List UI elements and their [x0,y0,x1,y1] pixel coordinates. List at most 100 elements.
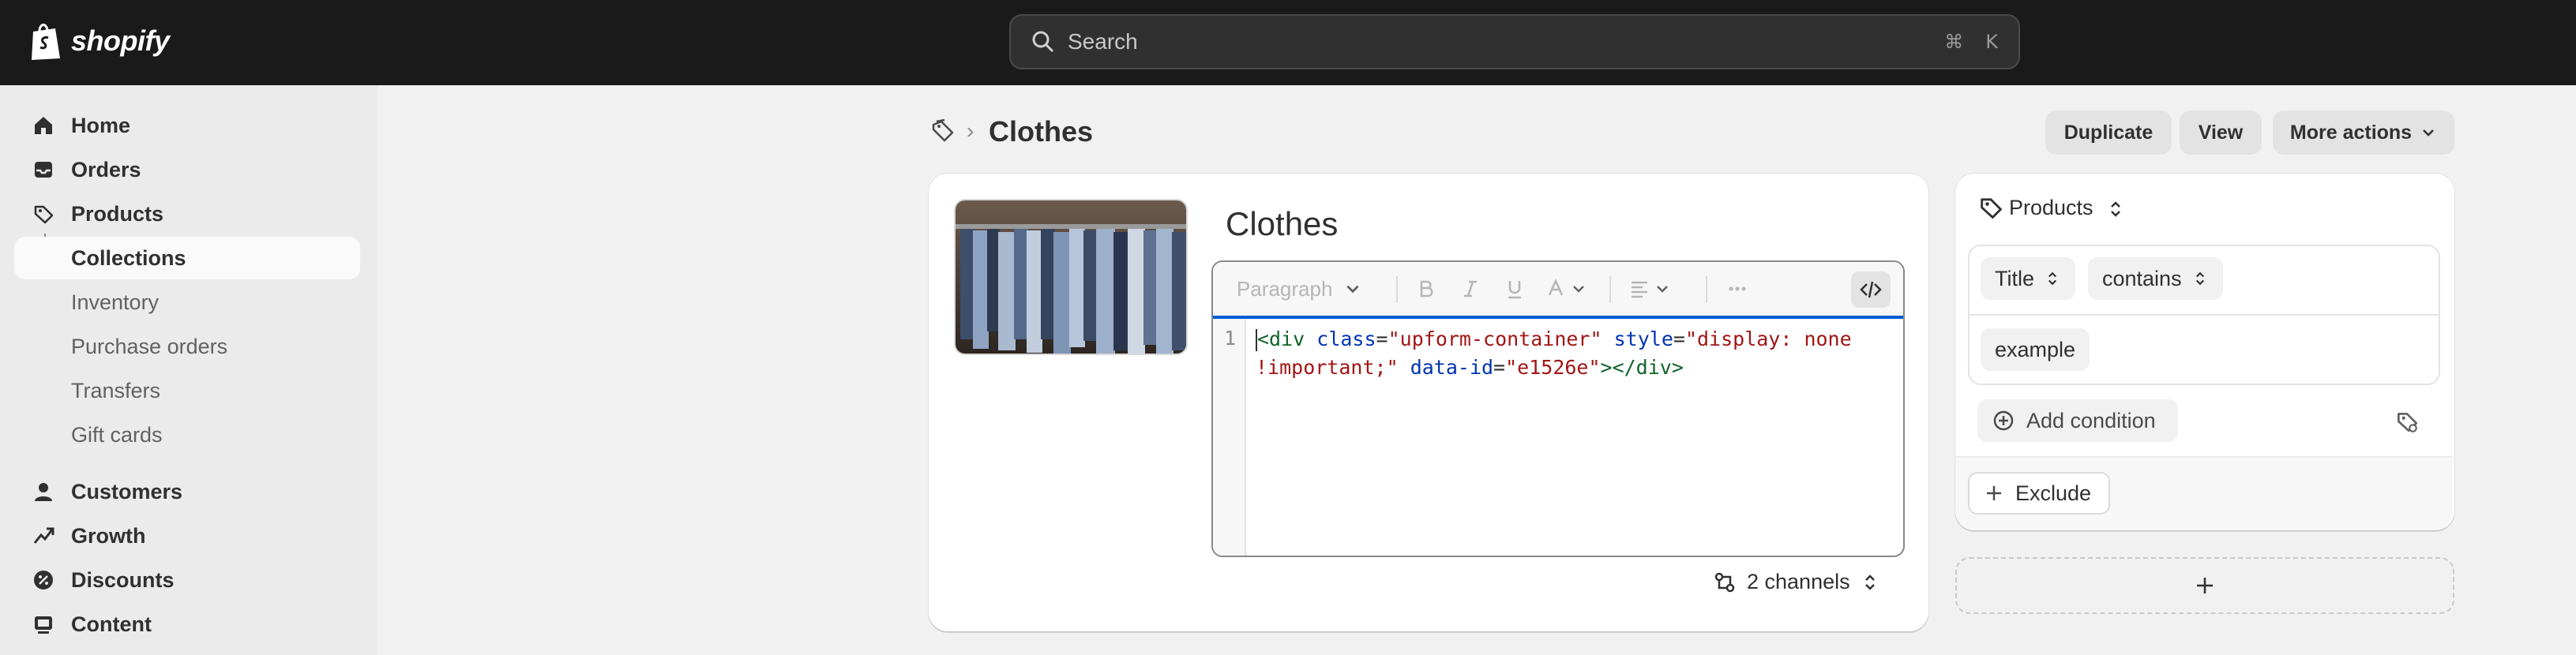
exclude-button[interactable]: Exclude [1968,472,2110,515]
text-color-button[interactable] [1545,262,1587,316]
sidebar-item-content[interactable]: Content [14,603,360,646]
collection-tag-icon[interactable] [929,117,957,145]
sidebar-item-customers[interactable]: Customers [14,470,360,513]
more-tools-button[interactable] [1726,262,1748,316]
text-color-icon [1548,278,1564,296]
sidebar-item-gift-cards[interactable]: Gift cards [14,414,360,456]
bold-button[interactable] [1415,262,1437,316]
line-number: 1 [1224,327,1237,350]
exclude-label: Exclude [2015,481,2092,505]
search-bar[interactable]: Search ⌘ K [1009,14,2020,69]
toolbar-divider [1396,276,1398,303]
italic-button[interactable] [1459,262,1481,316]
home-icon [30,112,57,139]
toolbar-divider [1706,276,1707,303]
chevron-down-icon [1346,285,1359,294]
conditions-type-select[interactable]: Products [2009,196,2124,220]
growth-icon [30,522,57,549]
underline-icon [1508,281,1521,299]
top-bar: shopify Search ⌘ K [0,0,2576,85]
content-icon [30,611,57,638]
sidebar-item-purchase-orders[interactable]: Purchase orders [14,325,360,368]
collection-title-value[interactable]: Clothes [1226,205,1338,243]
underline-button[interactable] [1504,262,1526,316]
operator-select[interactable]: contains [2088,257,2223,300]
more-actions-label: More actions [2289,121,2413,144]
plus-icon [1987,486,2001,500]
value-input[interactable]: example [1981,328,2090,371]
tag-settings-icon[interactable] [2394,409,2420,434]
sidebar-item-label: Products [71,201,164,226]
tag-icon [30,200,57,227]
toolbar-divider [1609,276,1611,303]
shopify-logo[interactable]: shopify [28,21,170,62]
sidebar-item-label: Content [71,612,152,636]
sidebar-item-inventory[interactable]: Inventory [14,281,360,324]
html-code[interactable]: <div class="upform-container" style="dis… [1256,325,1895,382]
plus-icon [2197,578,2213,593]
align-left-icon [1632,281,1647,298]
sidebar-item-label: Collections [71,245,186,270]
chevron-down-icon [2423,129,2434,137]
clothes-rack-image [956,200,1186,354]
select-arrows-icon [2111,201,2120,217]
sidebar-item-transfers[interactable]: Transfers [14,369,360,412]
channels-label: 2 channels [1747,570,1850,593]
sidebar-item-label: Gift cards [71,422,163,447]
line-gutter [1213,319,1246,556]
ellipsis-icon [1729,286,1746,291]
field-select[interactable]: Title [1981,257,2076,300]
shortcut-cmd: ⌘ [1944,31,1964,53]
sidebar-item-label: Inventory [71,290,160,314]
select-arrows-icon [1864,574,1875,590]
search-placeholder: Search [1068,29,1138,54]
sidebar-item-discounts[interactable]: Discounts [14,559,360,601]
editor-toolbar: Paragraph [1213,262,1903,319]
code-tag-close: ></div> [1600,356,1684,379]
sidebar-item-collections[interactable]: Collections [14,237,360,279]
shortcut-key: K [1985,31,1998,53]
sidebar-item-label: Discounts [71,567,175,592]
select-arrows-icon [2048,271,2056,286]
logo-text: shopify [71,24,170,57]
select-arrows-icon [2195,271,2204,286]
tag-icon [1981,198,2002,219]
field-label: Title [1995,266,2035,290]
description-editor[interactable]: Paragraph [1211,260,1905,557]
sidebar-item-label: Orders [71,157,141,182]
person-icon [30,478,57,505]
inbox-icon [30,156,57,183]
add-condition-button[interactable]: Add condition [1977,399,2178,442]
duplicate-button[interactable]: Duplicate [2045,110,2172,155]
sidebar-item-label: Customers [71,479,183,503]
format-select[interactable]: Paragraph [1237,262,1362,316]
more-actions-button[interactable]: More actions [2273,110,2454,155]
sidebar-item-label: Home [71,113,131,137]
bold-icon [1420,280,1433,298]
format-label: Paragraph [1237,276,1333,301]
sidebar-item-label: Transfers [71,378,161,402]
collection-image[interactable] [954,199,1188,355]
channels-icon [1714,572,1735,592]
sidebar-item-products[interactable]: Products [14,193,360,235]
sidebar-item-home[interactable]: Home [14,104,360,147]
conditions-title: Products [2009,196,2093,219]
add-section-button[interactable] [1955,557,2454,614]
sidebar-item-growth[interactable]: Growth [14,515,360,557]
sidebar-item-orders[interactable]: Orders [14,148,360,191]
page-title: Clothes [989,115,1094,148]
operator-label: contains [2102,266,2182,290]
italic-icon [1464,280,1477,298]
align-button[interactable] [1628,262,1671,316]
channels-selector[interactable]: 2 channels [1714,570,1879,594]
show-html-button[interactable] [1851,271,1891,308]
condition-divider [1968,314,2440,316]
code-tag-open: <div [1257,328,1305,350]
search-icon [1032,31,1054,53]
code-attr-data: data-id [1410,356,1494,379]
code-attr-style: style [1613,328,1673,350]
chevron-down-icon [1573,286,1584,293]
code-val-data: "e1526e" [1505,356,1601,379]
view-button[interactable]: View [2180,110,2262,155]
plus-circle-icon [1993,410,2014,431]
